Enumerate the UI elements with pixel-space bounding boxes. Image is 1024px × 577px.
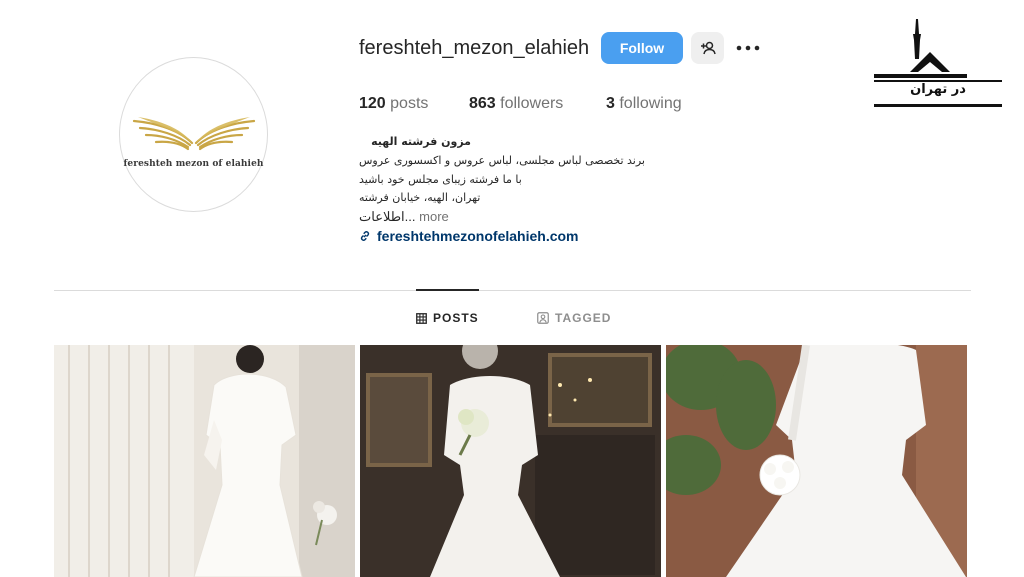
- more-options-button[interactable]: [735, 38, 761, 58]
- bio-more-link[interactable]: more: [419, 209, 449, 224]
- followers-count[interactable]: 863 followers: [469, 95, 563, 113]
- add-person-icon: [700, 41, 716, 55]
- bio-display-name: مزون فرشته الهیه: [371, 135, 471, 148]
- profile-divider: [54, 290, 971, 291]
- bio-line-2: با ما فرشته زیبای مجلس خود باشید: [359, 173, 522, 186]
- grid-icon: [416, 312, 427, 324]
- profile-avatar[interactable]: fereshteh mezon of elahieh: [119, 57, 268, 212]
- following-count-value: 3: [606, 95, 615, 112]
- bio-line-4: اطلاعات... more: [359, 209, 449, 225]
- posts-count-value: 120: [359, 95, 386, 112]
- bio-line-1: برند تخصصی لباس مجلسی، لباس عروس و اکسسو…: [359, 154, 645, 167]
- posts-count: 120 posts: [359, 95, 428, 113]
- followers-count-value: 863: [469, 95, 496, 112]
- wings-logo-icon: [132, 116, 255, 150]
- post-thumbnail-3[interactable]: [666, 345, 967, 577]
- following-count[interactable]: 3 following: [606, 95, 682, 113]
- post-image-satin-gown: [360, 345, 661, 577]
- tab-tagged-label: TAGGED: [555, 311, 612, 325]
- suggested-users-button[interactable]: [691, 32, 724, 64]
- tagged-user-icon: [537, 312, 549, 324]
- follow-button[interactable]: Follow: [601, 32, 683, 64]
- bio-website-text: fereshtehmezonofelahieh.com: [377, 228, 579, 244]
- link-icon: [360, 231, 370, 241]
- post-image-lace-dress: [54, 345, 355, 577]
- watermark-text: در تهران: [910, 82, 966, 97]
- watermark-logo: در تهران: [872, 14, 1004, 110]
- bio-line-3: تهران، الهیه، خیابان فرشته: [359, 191, 481, 204]
- tab-posts-label: POSTS: [433, 311, 479, 325]
- tab-posts[interactable]: POSTS: [416, 311, 479, 325]
- tab-tagged[interactable]: TAGGED: [537, 311, 611, 325]
- bio-website-link[interactable]: fereshtehmezonofelahieh.com: [359, 228, 579, 244]
- avatar-brand-text: fereshteh mezon of elahieh: [123, 158, 264, 169]
- following-count-label: following: [619, 95, 682, 112]
- profile-username: fereshteh_mezon_elahieh: [359, 37, 590, 59]
- more-dots-icon: [736, 45, 760, 51]
- active-tab-indicator: [416, 289, 479, 291]
- post-thumbnail-2[interactable]: [360, 345, 661, 577]
- posts-count-label: posts: [390, 95, 429, 112]
- post-image-lace-gown: [666, 345, 967, 577]
- post-thumbnail-1[interactable]: [54, 345, 355, 577]
- followers-count-label: followers: [500, 95, 564, 112]
- bio-line-4-text: اطلاعات...: [359, 209, 416, 224]
